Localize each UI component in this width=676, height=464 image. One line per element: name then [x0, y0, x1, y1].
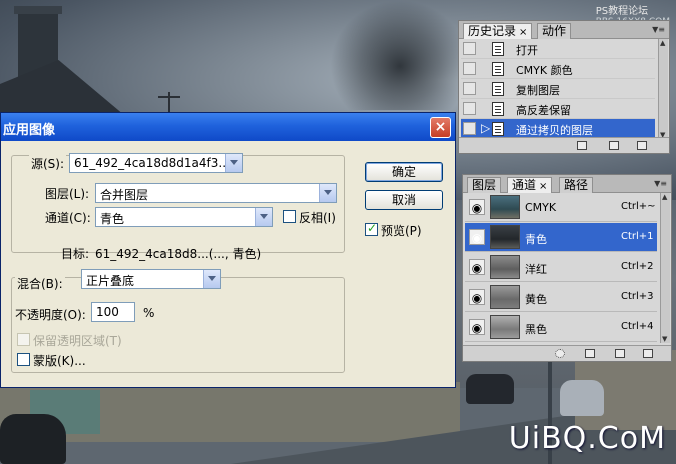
channel-label: 通道(C):	[45, 211, 91, 225]
preview-checkbox[interactable]	[365, 221, 378, 236]
target-value: 61_492_4ca18d8...(..., 青色)	[95, 247, 262, 261]
history-scrollbar[interactable]: ▲ ▼	[658, 39, 668, 139]
preview-label[interactable]: 预览(P)	[381, 222, 422, 239]
layer-label: 图层(L):	[45, 187, 90, 201]
tree	[330, 0, 470, 110]
close-icon[interactable]: ×	[539, 181, 547, 192]
target-label: 目标:	[61, 247, 90, 261]
eye-icon[interactable]: ◉	[469, 319, 485, 335]
history-state-icon	[492, 102, 504, 116]
source-label: 源(S):	[29, 155, 67, 172]
source-select[interactable]: 61_492_4ca18d8d1a4f3...	[69, 153, 243, 173]
preserve-transparency-label: 保留透明区域(T)	[33, 334, 122, 348]
preserve-transparency-checkbox[interactable]	[17, 333, 30, 346]
channels-panel: 图层 通道 × 路径 ▼≡ ◉ CMYK Ctrl+~ ◉ 青色 Ctrl+1 ◉…	[462, 174, 672, 362]
channel-row[interactable]: ◉ 黑色 Ctrl+4	[465, 313, 657, 342]
history-item[interactable]: CMYK 颜色	[461, 59, 655, 79]
history-state-icon	[492, 122, 504, 136]
snapshot-box[interactable]	[463, 62, 476, 75]
layer-select[interactable]: 合并图层	[95, 183, 337, 203]
scroll-down-icon[interactable]: ▼	[662, 335, 667, 343]
dialog-titlebar[interactable]: 应用图像 ×	[1, 113, 455, 141]
eye-icon[interactable]: ◉	[469, 229, 485, 245]
channel-row[interactable]: ◉ 黄色 Ctrl+3	[465, 283, 657, 312]
save-selection-icon[interactable]	[585, 349, 595, 358]
car-dark	[466, 374, 514, 404]
channel-thumbnail	[490, 315, 520, 339]
chevron-down-icon[interactable]	[319, 184, 336, 202]
tab-channels[interactable]: 通道 ×	[507, 177, 553, 193]
channels-scrollbar[interactable]: ▲ ▼	[660, 193, 670, 343]
tab-actions[interactable]: 动作	[537, 23, 572, 39]
chevron-down-icon[interactable]	[255, 208, 272, 226]
history-brush-icon: ▷	[481, 121, 491, 135]
channel-thumbnail	[490, 285, 520, 309]
history-item[interactable]: 高反差保留	[461, 99, 655, 119]
load-selection-icon[interactable]	[555, 349, 565, 358]
eye-icon[interactable]: ◉	[469, 289, 485, 305]
history-panel: 历史记录 × 动作 ▼≡ 打开 CMYK 颜色 复制图层 高反差保留 ▷ 通过拷贝…	[458, 20, 670, 154]
apply-image-dialog: 应用图像 × 源(S): 61_492_4ca18d8d1a4f3... 图层(…	[0, 112, 456, 388]
opacity-unit: %	[143, 306, 155, 320]
history-item[interactable]: 复制图层	[461, 79, 655, 99]
eye-icon[interactable]: ◉	[469, 259, 485, 275]
mask-label[interactable]: 蒙版(K)...	[33, 352, 86, 369]
new-document-icon[interactable]	[577, 141, 587, 150]
channel-select[interactable]: 青色	[95, 207, 273, 227]
history-state-icon	[492, 82, 504, 96]
close-icon[interactable]: ×	[430, 117, 451, 138]
blend-select[interactable]: 正片叠底	[81, 269, 221, 289]
history-tabs: 历史记录 × 动作 ▼≡	[459, 21, 669, 39]
history-item-active[interactable]: ▷ 通过拷贝的图层	[461, 119, 655, 139]
invert-checkbox[interactable]	[283, 210, 296, 223]
history-item[interactable]: 打开	[461, 39, 655, 59]
history-footer	[459, 137, 669, 153]
camera-icon[interactable]	[609, 141, 619, 150]
trash-icon[interactable]	[643, 349, 653, 358]
snapshot-box[interactable]	[463, 42, 476, 55]
channels-tabs: 图层 通道 × 路径 ▼≡	[463, 175, 671, 193]
cancel-button[interactable]: 取消	[365, 190, 443, 210]
scroll-up-icon[interactable]: ▲	[660, 39, 665, 47]
eye-icon[interactable]: ◉	[469, 199, 485, 215]
history-state-icon	[492, 42, 504, 56]
close-icon[interactable]: ×	[519, 27, 527, 38]
car-silver	[560, 380, 604, 416]
panel-menu-icon[interactable]: ▼≡	[652, 25, 665, 34]
panel-menu-icon[interactable]: ▼≡	[654, 179, 667, 188]
watermark-logo: UiBQ.CoM	[508, 421, 666, 456]
channel-thumbnail	[490, 195, 520, 219]
channel-thumbnail	[490, 225, 520, 249]
tab-history[interactable]: 历史记录 ×	[463, 23, 533, 39]
channel-row-active[interactable]: ◉ 青色 Ctrl+1	[465, 223, 657, 252]
opacity-label: 不透明度(O):	[15, 308, 86, 322]
opacity-input[interactable]: 100	[91, 302, 135, 322]
channels-footer	[463, 345, 671, 361]
channel-row[interactable]: ◉ 洋红 Ctrl+2	[465, 253, 657, 282]
chevron-down-icon[interactable]	[203, 270, 220, 288]
dialog-title: 应用图像	[3, 123, 56, 138]
snapshot-box[interactable]	[463, 122, 476, 135]
channel-thumbnail	[490, 255, 520, 279]
trash-icon[interactable]	[637, 141, 647, 150]
tab-paths[interactable]: 路径	[559, 177, 594, 193]
ok-button[interactable]: 确定	[365, 162, 443, 182]
history-state-icon	[492, 62, 504, 76]
invert-label[interactable]: 反相(I)	[299, 209, 336, 226]
mask-checkbox[interactable]	[17, 353, 30, 366]
car-foreground	[0, 414, 66, 464]
new-channel-icon[interactable]	[615, 349, 625, 358]
channel-row[interactable]: ◉ CMYK Ctrl+~	[465, 193, 657, 222]
blend-label: 混合(B):	[15, 275, 65, 292]
snapshot-box[interactable]	[463, 82, 476, 95]
snapshot-box[interactable]	[463, 102, 476, 115]
houses	[0, 382, 460, 442]
chevron-down-icon[interactable]	[225, 154, 242, 172]
tab-layers[interactable]: 图层	[467, 177, 502, 193]
scroll-up-icon[interactable]: ▲	[662, 193, 667, 201]
